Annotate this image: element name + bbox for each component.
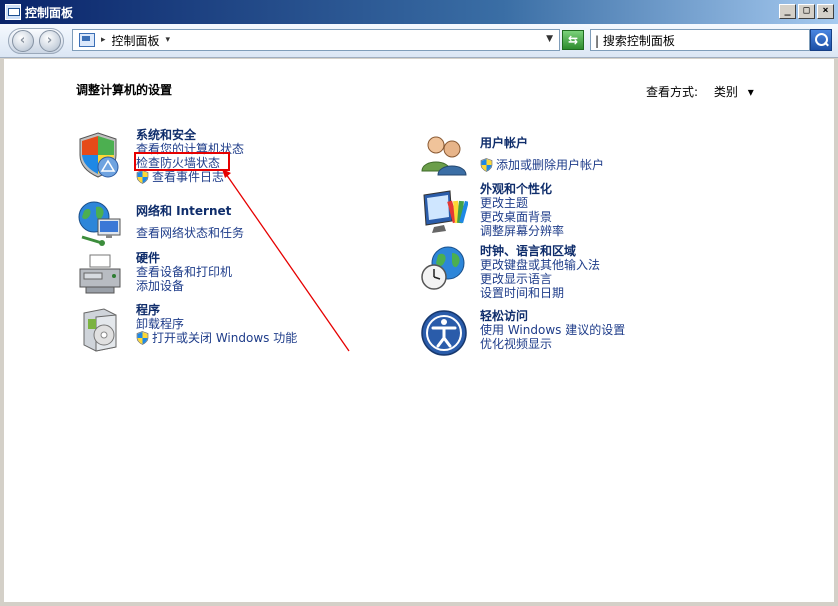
- chevron-right-icon[interactable]: ▸: [101, 35, 106, 45]
- link-view-event-logs[interactable]: 查看事件日志: [136, 170, 244, 184]
- breadcrumb-control-panel[interactable]: 控制面板: [112, 32, 160, 49]
- annotation-highlight-box: [134, 152, 230, 171]
- search-box[interactable]: [590, 29, 810, 51]
- category-title[interactable]: 网络和 Internet: [136, 204, 244, 218]
- category-user-accounts: 用户帐户 添加或删除用户帐户: [480, 136, 604, 172]
- user-accounts-icon[interactable]: [420, 131, 468, 179]
- link-change-desktop-background[interactable]: 更改桌面背景: [480, 210, 564, 224]
- uac-shield-icon: [136, 170, 149, 184]
- link-view-network-status[interactable]: 查看网络状态和任务: [136, 226, 244, 240]
- page-title: 调整计算机的设置: [76, 83, 173, 97]
- window-frame: [0, 58, 4, 606]
- link-add-remove-users[interactable]: 添加或删除用户帐户: [480, 158, 604, 172]
- link-uninstall-program[interactable]: 卸载程序: [136, 317, 297, 331]
- category-hardware: 硬件 查看设备和打印机 添加设备: [136, 251, 232, 293]
- link-label: 打开或关闭 Windows 功能: [152, 331, 298, 345]
- link-label: 查看事件日志: [152, 170, 225, 184]
- category-title[interactable]: 系统和安全: [136, 128, 244, 142]
- address-toolbar: ‹ › ▸ 控制面板 ▾ ▼ ⇆: [0, 24, 838, 58]
- programs-icon[interactable]: [76, 305, 124, 353]
- chevron-down-icon[interactable]: ▾: [748, 85, 754, 99]
- clock-globe-icon[interactable]: [420, 245, 468, 293]
- window-controls: _ □ ×: [779, 4, 834, 19]
- link-change-keyboard[interactable]: 更改键盘或其他输入法: [480, 258, 600, 272]
- category-programs: 程序 卸载程序 打开或关闭 Windows 功能: [136, 303, 297, 345]
- uac-shield-icon: [480, 158, 493, 172]
- link-change-display-language[interactable]: 更改显示语言: [480, 272, 600, 286]
- link-windows-features[interactable]: 打开或关闭 Windows 功能: [136, 331, 297, 345]
- window-title: 控制面板: [25, 5, 74, 20]
- link-change-theme[interactable]: 更改主题: [480, 196, 564, 210]
- window-frame: [834, 58, 838, 606]
- link-view-devices-printers[interactable]: 查看设备和打印机: [136, 265, 232, 279]
- category-title[interactable]: 用户帐户: [480, 136, 604, 150]
- annotation-arrow: [222, 169, 350, 352]
- search-button[interactable]: [810, 29, 832, 51]
- back-button[interactable]: ‹: [11, 30, 34, 52]
- search-input[interactable]: [591, 30, 787, 50]
- view-by-label: 查看方式:: [646, 85, 699, 99]
- category-title[interactable]: 硬件: [136, 251, 232, 265]
- category-ease-of-access: 轻松访问 使用 Windows 建议的设置 优化视频显示: [480, 309, 625, 351]
- link-use-recommended-settings[interactable]: 使用 Windows 建议的设置: [480, 323, 625, 337]
- category-appearance: 外观和个性化 更改主题 更改桌面背景 调整屏幕分辨率: [480, 182, 564, 238]
- control-panel-icon: [5, 4, 21, 20]
- forward-button[interactable]: ›: [38, 30, 61, 52]
- link-set-time-date[interactable]: 设置时间和日期: [480, 286, 600, 300]
- link-adjust-resolution[interactable]: 调整屏幕分辨率: [480, 224, 564, 238]
- printer-icon[interactable]: [76, 251, 124, 299]
- nav-buttons: ‹ ›: [8, 28, 64, 54]
- chevron-down-icon[interactable]: ▾: [166, 35, 171, 45]
- category-clock-region: 时钟、语言和区域 更改键盘或其他输入法 更改显示语言 设置时间和日期: [480, 244, 600, 300]
- maximize-button[interactable]: □: [798, 4, 815, 19]
- title-bar: 控制面板 _ □ ×: [0, 0, 838, 24]
- link-label: 添加或删除用户帐户: [496, 158, 605, 172]
- content-area: 调整计算机的设置 查看方式: 类别 ▾ 系统和安全 查看您的计算机状态 检查防火…: [4, 59, 834, 602]
- minimize-button[interactable]: _: [779, 4, 796, 19]
- link-add-device[interactable]: 添加设备: [136, 279, 232, 293]
- shield-icon[interactable]: [76, 131, 124, 179]
- link-optimize-video-display[interactable]: 优化视频显示: [480, 337, 625, 351]
- address-dropdown-icon[interactable]: ▼: [546, 34, 553, 44]
- close-button[interactable]: ×: [817, 4, 834, 19]
- category-title[interactable]: 外观和个性化: [480, 182, 564, 196]
- category-title[interactable]: 程序: [136, 303, 297, 317]
- control-panel-icon: [79, 33, 95, 47]
- category-title[interactable]: 轻松访问: [480, 309, 625, 323]
- uac-shield-icon: [136, 331, 149, 345]
- network-globe-icon[interactable]: [76, 199, 124, 247]
- view-by: 查看方式: 类别 ▾: [646, 83, 754, 100]
- window-frame: [0, 602, 838, 606]
- view-by-dropdown[interactable]: 类别: [714, 85, 738, 99]
- category-title[interactable]: 时钟、语言和区域: [480, 244, 600, 258]
- ease-of-access-icon[interactable]: [420, 309, 468, 357]
- address-bar[interactable]: ▸ 控制面板 ▾ ▼: [72, 29, 560, 51]
- appearance-icon[interactable]: [420, 187, 468, 235]
- category-network: 网络和 Internet 查看网络状态和任务: [136, 204, 244, 240]
- refresh-button[interactable]: ⇆: [562, 30, 584, 50]
